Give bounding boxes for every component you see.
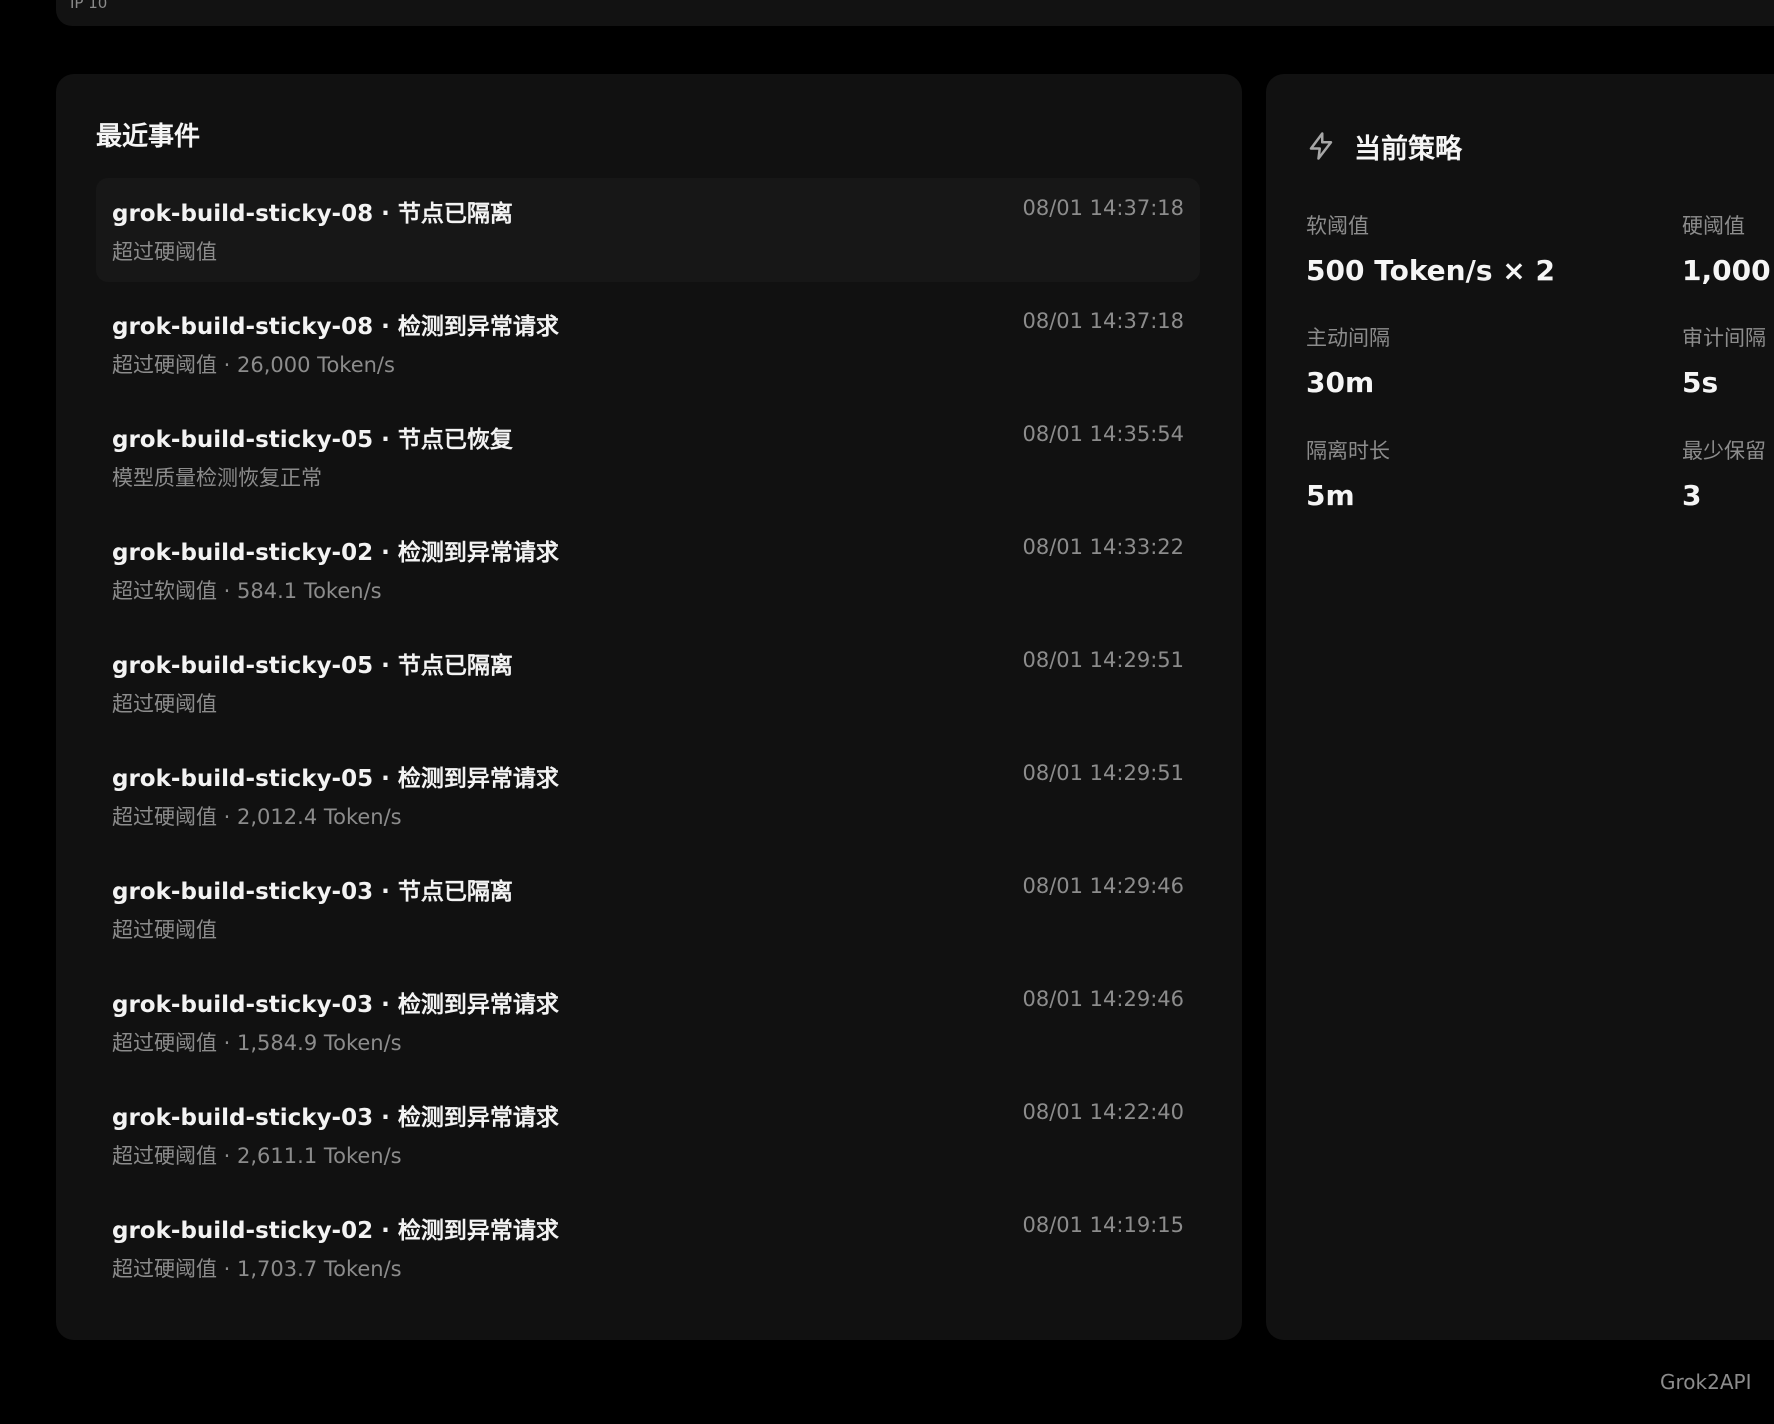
audit-interval-item: 审计间隔 5s [1682, 322, 1774, 399]
top-summary-card: IP 10 [56, 0, 1774, 26]
event-title: grok-build-sticky-08 · 节点已隔离 [112, 201, 513, 227]
event-detail: 超过硬阈值 · 2,611.1 Token/s [112, 1144, 402, 1168]
minimum-retain-item: 最少保留 3 [1682, 435, 1774, 512]
event-row[interactable]: grok-build-sticky-03 · 检测到异常请求 超过硬阈值 · 2… [96, 1082, 1200, 1186]
active-interval-value: 30m [1306, 366, 1375, 399]
event-title: grok-build-sticky-08 · 检测到异常请求 [112, 314, 559, 340]
event-detail: 超过硬阈值 · 1,584.9 Token/s [112, 1031, 402, 1055]
event-title: grok-build-sticky-03 · 检测到异常请求 [112, 1105, 559, 1131]
soft-threshold-value: 500 Token/s × 2 [1306, 254, 1555, 287]
audit-interval-value: 5s [1682, 366, 1719, 399]
event-title: grok-build-sticky-05 · 节点已恢复 [112, 427, 513, 453]
event-time: 08/01 14:33:22 [1022, 535, 1184, 559]
active-interval-label: 主动间隔 [1306, 326, 1390, 350]
hard-threshold-value: 1,000 T [1682, 254, 1774, 287]
event-time: 08/01 14:35:54 [1022, 422, 1184, 446]
event-time: 08/01 14:29:46 [1022, 987, 1184, 1011]
event-title: grok-build-sticky-02 · 检测到异常请求 [112, 1218, 559, 1244]
event-title: grok-build-sticky-03 · 节点已隔离 [112, 879, 513, 905]
hard-threshold-item: 硬阈值 1,000 T [1682, 210, 1774, 287]
recent-events-title: 最近事件 [96, 122, 201, 152]
isolation-duration-value: 5m [1306, 479, 1355, 512]
isolation-duration-item: 隔离时长 5m [1306, 435, 1666, 512]
top-card-partial-text: IP 10 [70, 0, 108, 12]
soft-threshold-item: 软阈值 500 Token/s × 2 [1306, 210, 1666, 287]
event-list: grok-build-sticky-08 · 节点已隔离 超过硬阈值 08/01… [96, 178, 1200, 1308]
event-row[interactable]: grok-build-sticky-08 · 节点已隔离 超过硬阈值 08/01… [96, 178, 1200, 282]
bolt-icon [1309, 132, 1333, 160]
event-title: grok-build-sticky-03 · 检测到异常请求 [112, 992, 559, 1018]
event-detail: 超过软阈值 · 584.1 Token/s [112, 579, 382, 603]
event-detail: 模型质量检测恢复正常 [112, 466, 322, 490]
event-detail: 超过硬阈值 · 1,703.7 Token/s [112, 1257, 402, 1281]
soft-threshold-label: 软阈值 [1306, 214, 1369, 238]
event-title: grok-build-sticky-05 · 检测到异常请求 [112, 766, 559, 792]
event-time: 08/01 14:29:51 [1022, 648, 1184, 672]
event-row[interactable]: grok-build-sticky-03 · 检测到异常请求 超过硬阈值 · 1… [96, 969, 1200, 1073]
event-detail: 超过硬阈值 · 26,000 Token/s [112, 353, 395, 377]
current-policy-card: 当前策略 软阈值 500 Token/s × 2 硬阈值 1,000 T 主动间… [1266, 74, 1774, 1340]
event-detail: 超过硬阈值 [112, 240, 217, 264]
event-row[interactable]: grok-build-sticky-05 · 节点已恢复 模型质量检测恢复正常 … [96, 404, 1200, 508]
event-row[interactable]: grok-build-sticky-05 · 节点已隔离 超过硬阈值 08/01… [96, 630, 1200, 734]
hard-threshold-label: 硬阈值 [1682, 214, 1745, 238]
audit-interval-label: 审计间隔 [1682, 326, 1766, 350]
event-time: 08/01 14:37:18 [1022, 309, 1184, 333]
event-detail: 超过硬阈值 [112, 692, 217, 716]
recent-events-card: 最近事件 grok-build-sticky-08 · 节点已隔离 超过硬阈值 … [56, 74, 1242, 1340]
event-row[interactable]: grok-build-sticky-03 · 节点已隔离 超过硬阈值 08/01… [96, 856, 1200, 960]
event-row[interactable]: grok-build-sticky-08 · 检测到异常请求 超过硬阈值 · 2… [96, 291, 1200, 395]
event-title: grok-build-sticky-02 · 检测到异常请求 [112, 540, 559, 566]
event-time: 08/01 14:22:40 [1022, 1100, 1184, 1124]
policy-header: 当前策略 [1306, 126, 1462, 166]
event-row[interactable]: grok-build-sticky-02 · 检测到异常请求 超过软阈值 · 5… [96, 517, 1200, 621]
minimum-retain-label: 最少保留 [1682, 439, 1766, 463]
event-row[interactable]: grok-build-sticky-05 · 检测到异常请求 超过硬阈值 · 2… [96, 743, 1200, 847]
isolation-duration-label: 隔离时长 [1306, 439, 1390, 463]
event-detail: 超过硬阈值 [112, 918, 217, 942]
event-time: 08/01 14:37:18 [1022, 196, 1184, 220]
footer-brand: Grok2API [1660, 1370, 1752, 1394]
active-interval-item: 主动间隔 30m [1306, 322, 1666, 399]
event-time: 08/01 14:29:46 [1022, 874, 1184, 898]
event-time: 08/01 14:19:15 [1022, 1213, 1184, 1237]
event-title: grok-build-sticky-05 · 节点已隔离 [112, 653, 513, 679]
policy-title: 当前策略 [1354, 133, 1462, 165]
event-row[interactable]: grok-build-sticky-02 · 检测到异常请求 超过硬阈值 · 1… [96, 1195, 1200, 1299]
event-detail: 超过硬阈值 · 2,012.4 Token/s [112, 805, 402, 829]
minimum-retain-value: 3 [1682, 479, 1702, 512]
dashboard-page: IP 10 最近事件 grok-build-sticky-08 · 节点已隔离 … [0, 0, 1774, 1424]
event-time: 08/01 14:29:51 [1022, 761, 1184, 785]
